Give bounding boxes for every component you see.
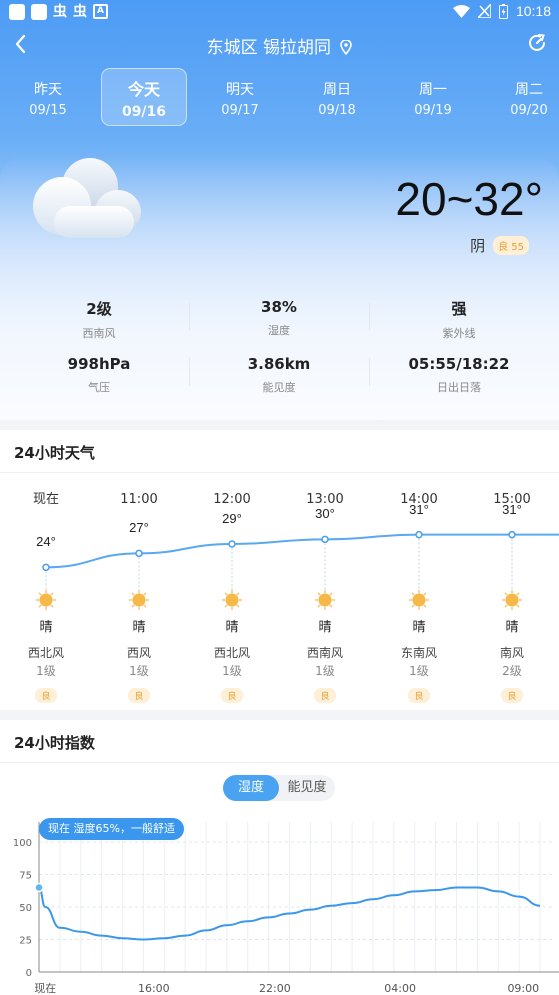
temperature-point <box>508 530 516 539</box>
divider <box>189 358 190 386</box>
bug-icon: 虫 <box>73 4 87 20</box>
stat-label: 紫外线 <box>442 327 476 340</box>
x-tick-label: 16:00 <box>138 982 170 995</box>
y-tick-label: 75 <box>19 871 32 882</box>
stat-label: 能见度 <box>262 381 296 394</box>
day-date: 09/19 <box>414 103 452 118</box>
y-tick-label: 50 <box>19 903 32 914</box>
day-name: 周二 <box>515 82 543 98</box>
condition-row: 阴 良 55 <box>470 235 529 256</box>
divider <box>369 358 370 386</box>
stat-value: 3.86km <box>247 355 311 373</box>
wifi-icon <box>452 4 470 18</box>
stat-value: 强 <box>451 300 467 318</box>
status-bar: 虫 虫 A 10:18 <box>0 0 559 24</box>
battery-icon <box>498 3 508 19</box>
y-tick-label: 100 <box>13 838 32 849</box>
day-tab[interactable]: 明天 09/17 <box>197 68 283 126</box>
day-tabs: 昨天 09/15 今天 09/16 明天 09/17 周日 09/18 周一 09/19 … <box>0 68 559 126</box>
stat-visibility: 3.86km 能见度 <box>186 355 372 395</box>
app-icon <box>9 4 25 20</box>
aqi-badge: 良 55 <box>493 236 529 255</box>
app-icon <box>31 4 47 20</box>
stat-humidity: 38% 湿度 <box>186 298 372 338</box>
location-title[interactable]: 东城区 锡拉胡同 <box>0 33 559 58</box>
day-tab[interactable]: 周日 09/18 <box>294 68 380 126</box>
temperature-point <box>228 540 236 548</box>
temperature-point <box>42 563 50 572</box>
day-tab[interactable]: 周二 09/20 <box>486 68 559 126</box>
day-name: 周一 <box>419 82 447 98</box>
x-tick-label: 22:00 <box>259 982 291 995</box>
divider <box>369 302 370 330</box>
day-tab[interactable]: 周一 09/19 <box>390 68 476 126</box>
day-date: 09/20 <box>510 103 548 118</box>
day-name: 明天 <box>226 82 254 98</box>
day-tab[interactable]: 昨天 09/15 <box>5 68 91 126</box>
temperature-point <box>415 530 423 539</box>
temperature-line <box>45 533 559 569</box>
temperature-point <box>321 535 329 544</box>
stat-value: 998hPa <box>67 355 131 373</box>
stat-value: 2级 <box>86 300 112 318</box>
section-title: 24小时指数 <box>14 734 95 752</box>
stat-uv: 强紫外线 <box>366 298 552 341</box>
x-tick-label: 09:00 <box>507 982 539 995</box>
stat-value: 05:55/18:22 <box>408 355 510 373</box>
app-header: 东城区 锡拉胡同 <box>0 24 559 64</box>
condition-text: 阴 <box>470 237 486 255</box>
y-tick-label: 25 <box>19 936 32 947</box>
x-tick-label: 04:00 <box>384 982 416 995</box>
temperature-range: 20~32° <box>395 173 543 225</box>
divider <box>0 762 559 763</box>
stat-sunrise-sunset: 05:55/18:22 日出日落 <box>366 355 552 395</box>
day-tab-active[interactable]: 今天 09/16 <box>101 68 187 126</box>
day-date: 09/16 <box>121 104 167 120</box>
stat-wind: 2级西南风 <box>6 298 192 341</box>
cloudy-icon <box>33 158 141 238</box>
day-date: 09/15 <box>29 103 67 118</box>
stat-label: 气压 <box>88 381 110 394</box>
location-text: 东城区 锡拉胡同 <box>206 38 331 58</box>
day-name: 周日 <box>323 82 351 98</box>
day-date: 09/17 <box>221 103 259 118</box>
location-pin-icon <box>340 40 353 55</box>
signal-icon <box>477 4 491 18</box>
stat-label: 日出日落 <box>437 381 481 394</box>
temperature-point <box>135 549 143 558</box>
humidity-callout: 现在 湿度65%，一般舒适 <box>39 818 184 840</box>
stat-value: 38% <box>261 298 297 316</box>
hourly-weather-section: 24小时天气 现在 24° 晴西北风 1级良 11:00 27° 晴西风 1级良 12:00 29… <box>0 430 559 710</box>
divider <box>189 302 190 330</box>
hourly-temperature-curve <box>42 530 559 590</box>
a-icon: A <box>93 4 108 19</box>
y-tick-label: 0 <box>26 968 32 979</box>
stat-label: 西南风 <box>82 327 116 340</box>
status-time: 10:18 <box>515 3 551 19</box>
refresh-icon[interactable] <box>526 32 548 54</box>
bug-icon: 虫 <box>53 4 67 20</box>
x-tick-label: 现在 <box>34 982 56 995</box>
stat-pressure: 998hPa 气压 <box>6 355 192 395</box>
current-point <box>34 882 44 893</box>
day-name: 昨天 <box>34 82 62 98</box>
stat-label: 湿度 <box>268 324 290 337</box>
day-date: 09/18 <box>318 103 356 118</box>
day-name: 今天 <box>127 80 160 99</box>
